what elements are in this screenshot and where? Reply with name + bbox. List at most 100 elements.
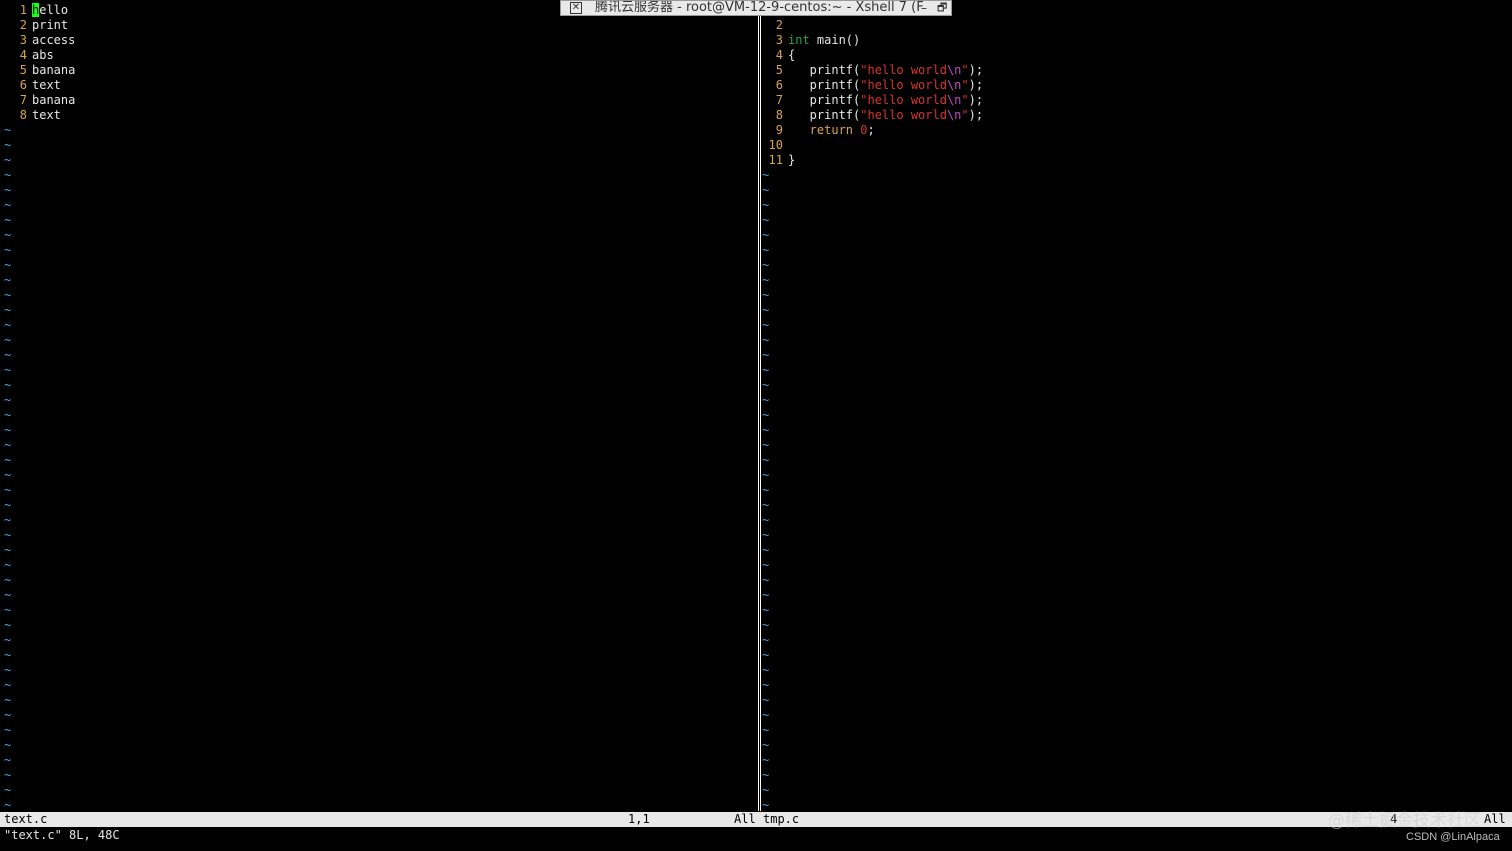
right-line-2[interactable]: 2: [762, 18, 788, 33]
line-number: 3: [19, 33, 27, 47]
minimize-icon[interactable]: –: [921, 1, 927, 15]
line-number: 8: [19, 108, 27, 122]
empty-line-marker: ~: [762, 798, 770, 811]
code-token: printf(: [788, 93, 861, 107]
empty-line-marker: ~: [762, 663, 770, 677]
empty-line-marker: ~: [4, 618, 12, 632]
right-line-3[interactable]: 3 int main(): [762, 33, 861, 48]
code-token: ;: [867, 123, 875, 137]
empty-line-marker: ~: [762, 453, 770, 467]
empty-line-marker: ~: [4, 708, 12, 722]
empty-line-marker: ~: [4, 363, 12, 377]
empty-line-marker: ~: [762, 603, 770, 617]
empty-line-marker: ~: [4, 378, 12, 392]
empty-line-marker: ~: [4, 588, 12, 602]
empty-line-marker: ~: [762, 273, 770, 287]
empty-line-marker: ~: [762, 558, 770, 572]
left-line-4[interactable]: 4 abs: [0, 48, 54, 63]
empty-line-marker: ~: [4, 663, 12, 677]
right-line-9[interactable]: 9 return 0;: [762, 123, 875, 138]
empty-line-marker: ~: [762, 633, 770, 647]
vim-command-line[interactable]: "text.c" 8L, 48C: [4, 828, 120, 843]
code-token: }: [788, 153, 796, 167]
empty-line-marker: ~: [762, 348, 770, 362]
xshell-title-bar[interactable]: ✕ 腾讯云服务器 - root@VM-12-9-centos:~ - Xshel…: [560, 0, 952, 16]
code-token: \n: [946, 78, 962, 92]
empty-line-marker: ~: [4, 798, 12, 811]
code-token: \n: [946, 93, 962, 107]
line-text: print: [32, 18, 69, 32]
empty-line-marker: ~: [4, 423, 12, 437]
empty-line-marker: ~: [762, 738, 770, 752]
restore-icon[interactable]: 🗗: [937, 1, 947, 15]
right-line-8[interactable]: 8 printf("hello world\n");: [762, 108, 983, 123]
empty-line-marker: ~: [762, 198, 770, 212]
code-token: ": [961, 63, 969, 77]
empty-line-marker: ~: [762, 723, 770, 737]
code-token: "hello world: [860, 108, 947, 122]
empty-line-marker: ~: [762, 768, 770, 782]
line-number: 7: [19, 93, 27, 107]
right-editor-pane[interactable]: 2 3 int main() 4{5 printf("hello world\n");…: [762, 0, 1512, 811]
left-line-3[interactable]: 3 access: [0, 33, 76, 48]
line-text: text: [32, 108, 61, 122]
code-token: );: [968, 63, 984, 77]
line-number: 3: [775, 33, 783, 47]
code-token: \n: [946, 108, 962, 122]
right-line-5[interactable]: 5 printf("hello world\n");: [762, 63, 983, 78]
empty-line-marker: ~: [4, 333, 12, 347]
code-token: printf(: [788, 63, 861, 77]
left-line-1[interactable]: 1 hello: [0, 3, 68, 18]
empty-line-marker: ~: [4, 543, 12, 557]
empty-line-marker: ~: [4, 498, 12, 512]
left-line-7[interactable]: 7 banana: [0, 93, 76, 108]
line-number: 2: [775, 18, 783, 32]
empty-line-marker: ~: [4, 513, 12, 527]
empty-line-marker: ~: [4, 408, 12, 422]
empty-line-marker: ~: [762, 408, 770, 422]
empty-line-marker: ~: [762, 483, 770, 497]
empty-line-marker: ~: [762, 378, 770, 392]
empty-line-marker: ~: [4, 183, 12, 197]
empty-line-marker: ~: [762, 783, 770, 797]
right-line-7[interactable]: 7 printf("hello world\n");: [762, 93, 983, 108]
line-number: 7: [775, 93, 783, 107]
empty-line-marker: ~: [762, 333, 770, 347]
line-text: text: [32, 78, 61, 92]
left-line-2[interactable]: 2 print: [0, 18, 68, 33]
code-token: );: [968, 108, 984, 122]
line-number: 10: [768, 138, 783, 152]
right-line-4[interactable]: 4{: [762, 48, 795, 63]
right-line-11[interactable]: 11}: [762, 153, 796, 168]
empty-line-marker: ~: [4, 213, 12, 227]
code-token: printf(: [788, 108, 861, 122]
empty-line-marker: ~: [4, 153, 12, 167]
left-line-6[interactable]: 6 text: [0, 78, 61, 93]
empty-line-marker: ~: [4, 573, 12, 587]
empty-line-marker: ~: [762, 438, 770, 452]
pin-icon[interactable]: ✕: [570, 2, 582, 14]
left-editor-pane[interactable]: 1 hello 2 print 3 access 4 abs 5 banana 6 text 7 bana…: [0, 0, 757, 811]
empty-line-marker: ~: [762, 753, 770, 767]
code-token: );: [968, 78, 984, 92]
line-number: 6: [19, 78, 27, 92]
empty-line-marker: ~: [762, 258, 770, 272]
line-number: 5: [775, 63, 783, 77]
empty-line-marker: ~: [762, 423, 770, 437]
line-number: 1: [19, 3, 27, 17]
code-token: );: [968, 93, 984, 107]
empty-line-marker: ~: [762, 528, 770, 542]
empty-line-marker: ~: [762, 648, 770, 662]
code-token: ": [961, 108, 969, 122]
empty-line-marker: ~: [762, 468, 770, 482]
right-line-10[interactable]: 10: [762, 138, 788, 153]
line-number: 9: [775, 123, 783, 137]
left-line-5[interactable]: 5 banana: [0, 63, 76, 78]
left-line-8[interactable]: 8 text: [0, 108, 61, 123]
empty-line-marker: ~: [4, 138, 12, 152]
code-token: "hello world: [860, 78, 947, 92]
line-text: ello: [39, 3, 69, 17]
empty-line-marker: ~: [762, 618, 770, 632]
right-line-6[interactable]: 6 printf("hello world\n");: [762, 78, 983, 93]
left-status-filename: text.c: [4, 812, 48, 826]
